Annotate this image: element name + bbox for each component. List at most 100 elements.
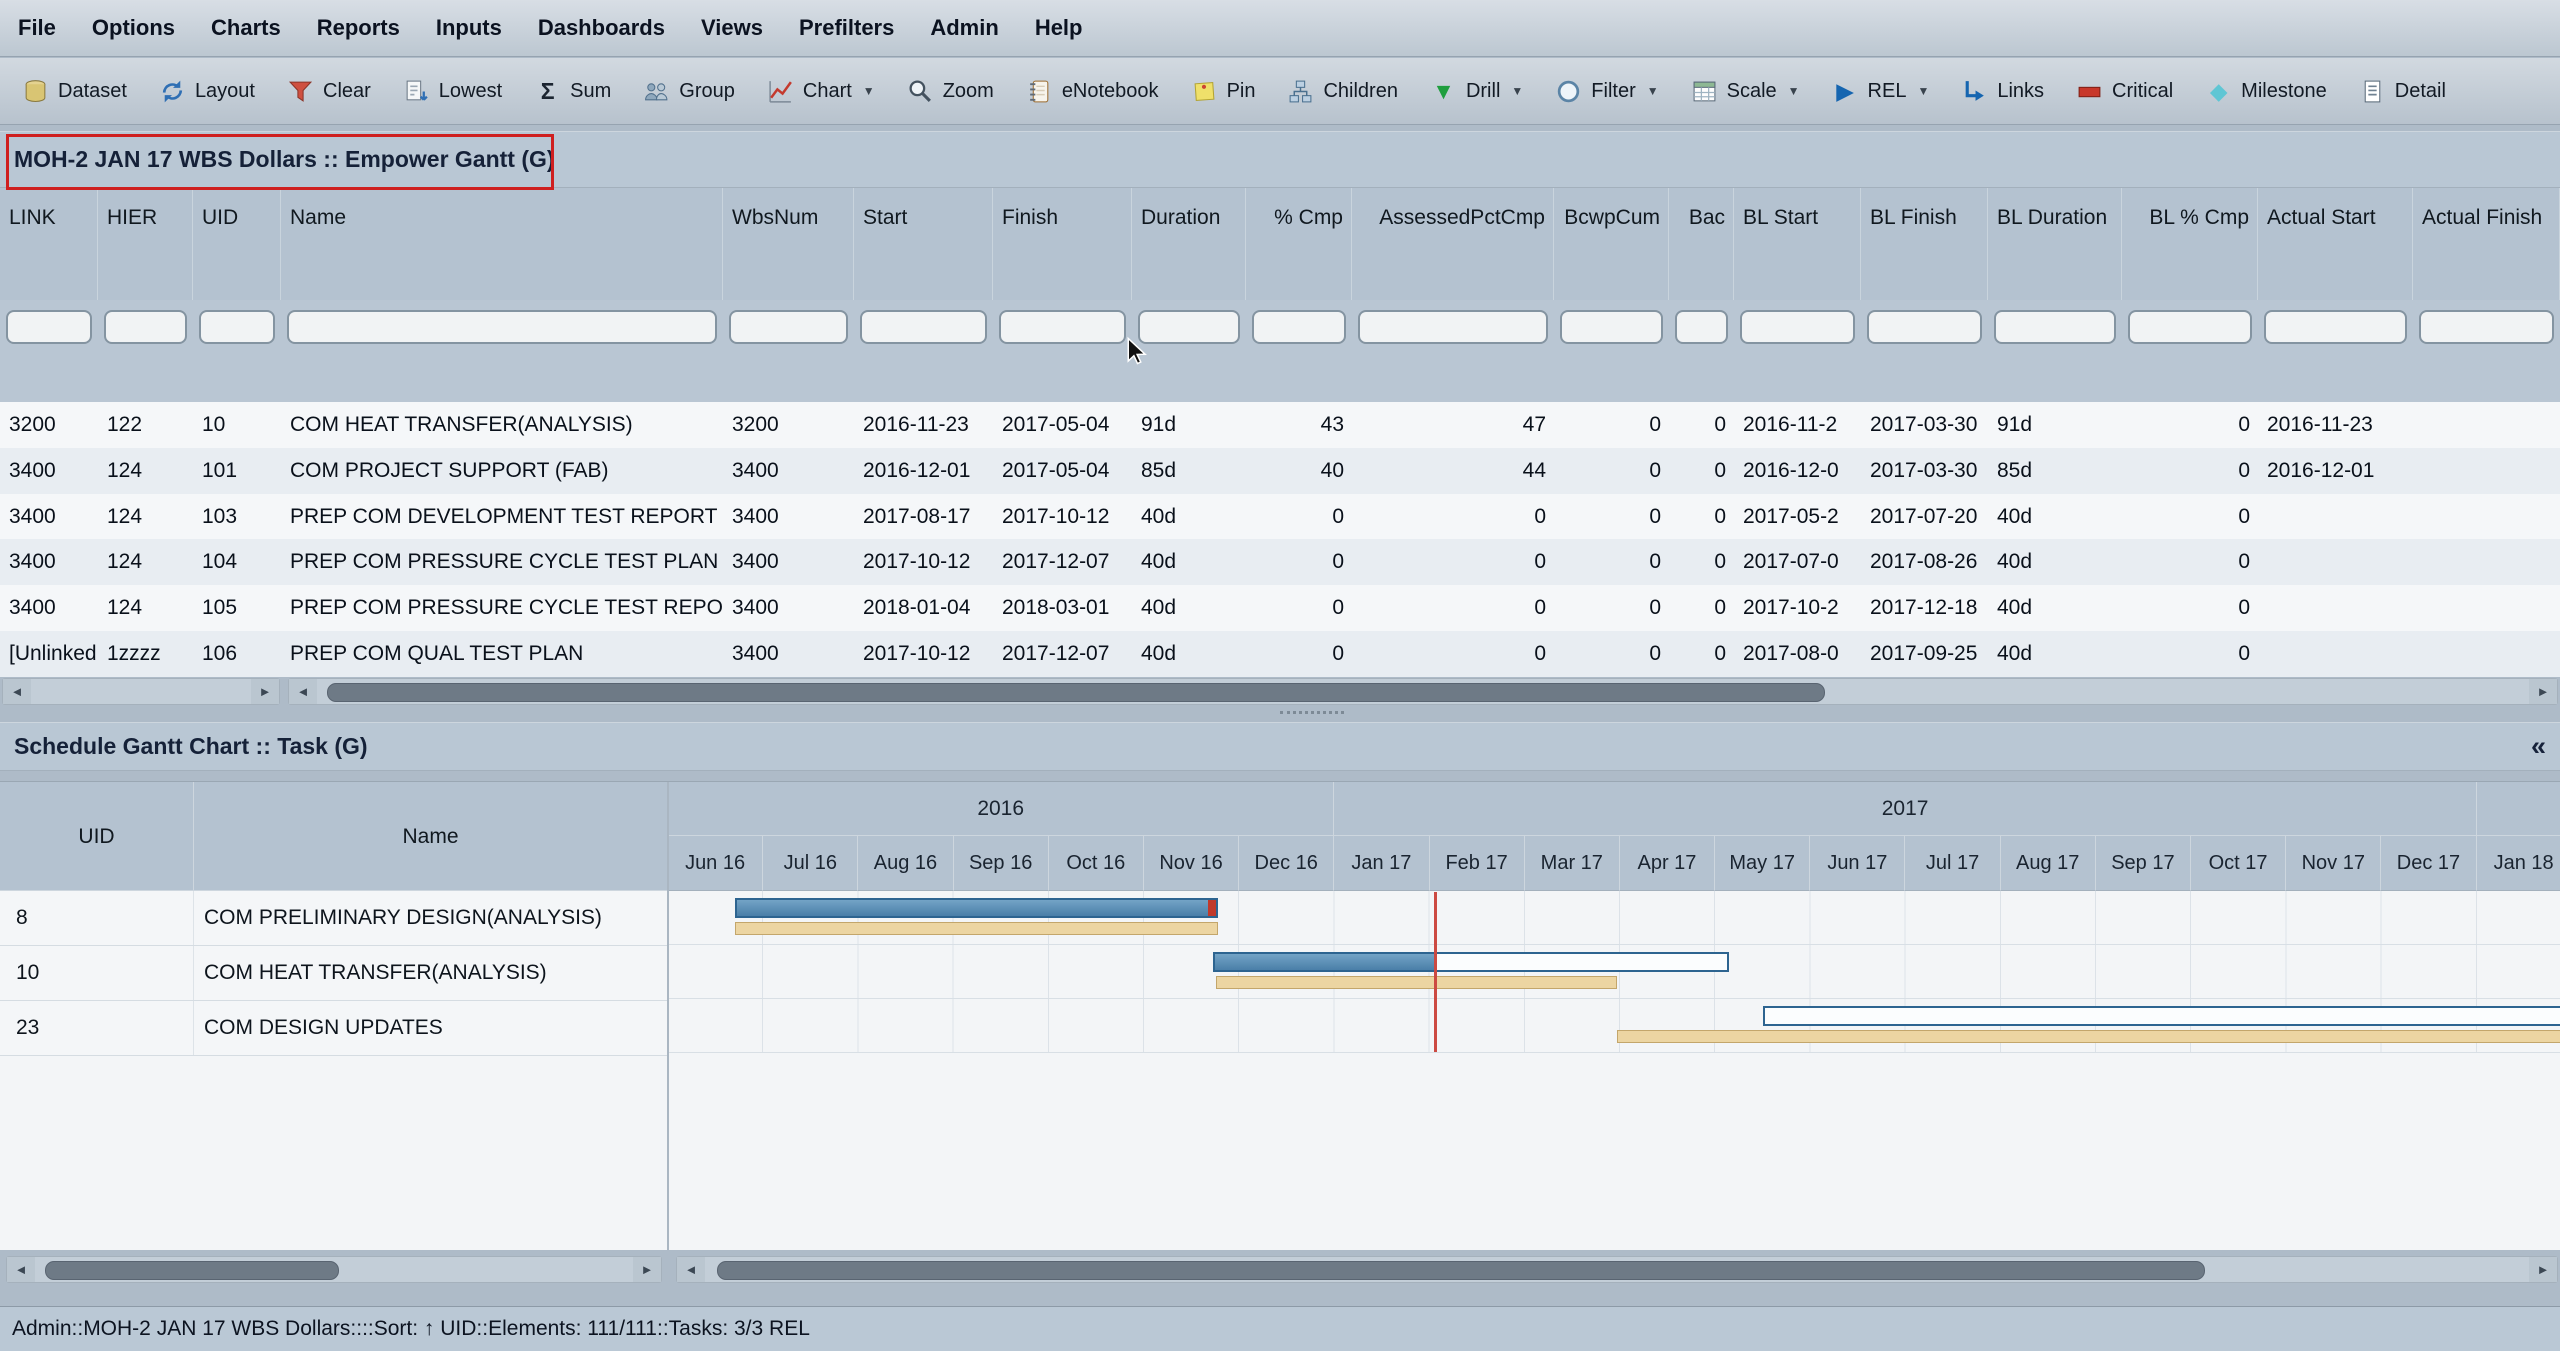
scroll-right-icon[interactable]: ► <box>633 1257 661 1282</box>
column-header-wbsnum[interactable]: WbsNum <box>723 188 854 300</box>
gantt-timeline-scrollbar[interactable]: ◄ ► <box>676 1256 2558 1283</box>
scrollbar-track[interactable] <box>31 679 251 704</box>
grid-main-scrollbar[interactable]: ◄ ► <box>288 678 2558 705</box>
table-row[interactable]: 3400124103PREP COM DEVELOPMENT TEST REPO… <box>0 494 2560 540</box>
dropdown-caret-icon[interactable]: ▼ <box>1511 84 1523 98</box>
filter-input-start[interactable] <box>860 310 987 344</box>
toolbar-detail-button[interactable]: Detail <box>2343 58 2462 124</box>
panel-splitter-handle[interactable] <box>1280 711 1344 714</box>
column-header-link[interactable]: LINK <box>0 188 98 300</box>
scrollbar-track[interactable] <box>35 1257 633 1282</box>
filter-input-actual-start[interactable] <box>2264 310 2407 344</box>
gantt-task-row[interactable]: 23COM DESIGN UPDATES <box>0 1001 668 1056</box>
toolbar-links-button[interactable]: Links <box>1945 58 2060 124</box>
filter-input-bl-finish[interactable] <box>1867 310 1982 344</box>
column-header-bcwpcum[interactable]: BcwpCum <box>1554 188 1669 300</box>
filter-input-assessedpctcmp[interactable] <box>1358 310 1548 344</box>
scroll-left-icon[interactable]: ◄ <box>3 679 31 704</box>
scrollbar-track[interactable] <box>317 679 2529 704</box>
task-bar-uid-23[interactable] <box>1763 1006 2560 1026</box>
dropdown-caret-icon[interactable]: ▼ <box>863 84 875 98</box>
table-row[interactable]: [Unlinked1zzzz106PREP COM QUAL TEST PLAN… <box>0 631 2560 677</box>
filter-input-name[interactable] <box>287 310 717 344</box>
column-header-bac[interactable]: Bac <box>1669 188 1734 300</box>
column-header-hier[interactable]: HIER <box>98 188 193 300</box>
column-header-bl-duration[interactable]: BL Duration <box>1988 188 2122 300</box>
toolbar-dataset-button[interactable]: Dataset <box>6 58 143 124</box>
baseline-bar-uid-10[interactable] <box>1216 976 1617 989</box>
toolbar-pin-button[interactable]: Pin <box>1175 58 1272 124</box>
toolbar-filter-button[interactable]: Filter▼ <box>1539 58 1674 124</box>
scroll-left-icon[interactable]: ◄ <box>677 1257 705 1282</box>
column-header-finish[interactable]: Finish <box>993 188 1132 300</box>
toolbar-lowest-button[interactable]: Lowest <box>387 58 518 124</box>
column-header-assessedpctcmp[interactable]: AssessedPctCmp <box>1352 188 1554 300</box>
gantt-uid-column-header[interactable]: UID <box>0 782 194 891</box>
toolbar-group-button[interactable]: Group <box>627 58 751 124</box>
filter-input-cmp[interactable] <box>1252 310 1346 344</box>
toolbar-chart-button[interactable]: Chart▼ <box>751 58 891 124</box>
toolbar-milestone-button[interactable]: ◆Milestone <box>2189 58 2343 124</box>
toolbar-children-button[interactable]: Children <box>1271 58 1413 124</box>
toolbar-enotebook-button[interactable]: eNotebook <box>1010 58 1175 124</box>
menu-dashboards[interactable]: Dashboards <box>538 15 665 41</box>
filter-input-hier[interactable] <box>104 310 187 344</box>
scroll-right-icon[interactable]: ► <box>2529 1257 2557 1282</box>
filter-input-actual-finish[interactable] <box>2419 310 2554 344</box>
column-header-bl-finish[interactable]: BL Finish <box>1861 188 1988 300</box>
menu-admin[interactable]: Admin <box>930 15 998 41</box>
menu-charts[interactable]: Charts <box>211 15 281 41</box>
grid-frozen-scrollbar[interactable]: ◄ ► <box>2 678 280 705</box>
column-header-duration[interactable]: Duration <box>1132 188 1246 300</box>
toolbar-sum-button[interactable]: ΣSum <box>518 58 627 124</box>
gantt-name-column-header[interactable]: Name <box>194 782 668 891</box>
filter-input-wbsnum[interactable] <box>729 310 848 344</box>
scrollbar-thumb[interactable] <box>327 683 1825 702</box>
table-row[interactable]: 320012210COM HEAT TRANSFER(ANALYSIS)3200… <box>0 402 2560 448</box>
menu-options[interactable]: Options <box>92 15 175 41</box>
gantt-task-row[interactable]: 8COM PRELIMINARY DESIGN(ANALYSIS) <box>0 891 668 946</box>
filter-input-bl-cmp[interactable] <box>2128 310 2252 344</box>
column-header-actual-start[interactable]: Actual Start <box>2258 188 2413 300</box>
toolbar-layout-button[interactable]: Layout <box>143 58 271 124</box>
dropdown-caret-icon[interactable]: ▼ <box>1917 84 1929 98</box>
filter-input-bac[interactable] <box>1675 310 1728 344</box>
table-row[interactable]: 3400124101COM PROJECT SUPPORT (FAB)34002… <box>0 448 2560 494</box>
column-header-bl-cmp[interactable]: BL % Cmp <box>2122 188 2258 300</box>
column-header-uid[interactable]: UID <box>193 188 281 300</box>
filter-input-uid[interactable] <box>199 310 275 344</box>
column-header-start[interactable]: Start <box>854 188 993 300</box>
filter-input-bcwpcum[interactable] <box>1560 310 1663 344</box>
baseline-bar-uid-8[interactable] <box>735 922 1219 935</box>
task-bar-uid-10[interactable] <box>1213 952 1729 972</box>
menu-reports[interactable]: Reports <box>317 15 400 41</box>
column-header-bl-start[interactable]: BL Start <box>1734 188 1861 300</box>
table-row[interactable]: 3400124105PREP COM PRESSURE CYCLE TEST R… <box>0 585 2560 631</box>
scroll-left-icon[interactable]: ◄ <box>7 1257 35 1282</box>
menu-file[interactable]: File <box>18 15 56 41</box>
task-bar-uid-8[interactable] <box>735 898 1219 918</box>
collapse-panel-icon[interactable]: « <box>2531 723 2546 770</box>
filter-input-bl-duration[interactable] <box>1994 310 2116 344</box>
toolbar-scale-button[interactable]: Scale▼ <box>1675 58 1816 124</box>
scrollbar-thumb[interactable] <box>45 1261 339 1280</box>
toolbar-rel-button[interactable]: ▶REL▼ <box>1816 58 1946 124</box>
menu-prefilters[interactable]: Prefilters <box>799 15 894 41</box>
toolbar-critical-button[interactable]: Critical <box>2060 58 2189 124</box>
menu-inputs[interactable]: Inputs <box>436 15 502 41</box>
dropdown-caret-icon[interactable]: ▼ <box>1647 84 1659 98</box>
filter-input-link[interactable] <box>6 310 92 344</box>
baseline-bar-uid-23[interactable] <box>1617 1030 2560 1043</box>
column-header-name[interactable]: Name <box>281 188 723 300</box>
filter-input-duration[interactable] <box>1138 310 1240 344</box>
scrollbar-track[interactable] <box>705 1257 2529 1282</box>
gantt-left-scrollbar[interactable]: ◄ ► <box>6 1256 662 1283</box>
column-header-actual-finish[interactable]: Actual Finish <box>2413 188 2560 300</box>
toolbar-drill-button[interactable]: ▼Drill▼ <box>1414 58 1539 124</box>
toolbar-zoom-button[interactable]: Zoom <box>891 58 1010 124</box>
column-header-cmp[interactable]: % Cmp <box>1246 188 1352 300</box>
scrollbar-thumb[interactable] <box>717 1261 2205 1280</box>
gantt-task-row[interactable]: 10COM HEAT TRANSFER(ANALYSIS) <box>0 946 668 1001</box>
dropdown-caret-icon[interactable]: ▼ <box>1788 84 1800 98</box>
toolbar-clear-button[interactable]: Clear <box>271 58 387 124</box>
